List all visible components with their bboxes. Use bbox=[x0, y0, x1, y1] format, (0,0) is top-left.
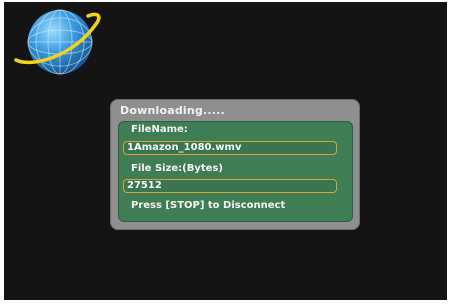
filesize-label: File Size:(Bytes) bbox=[131, 163, 223, 174]
filename-field: 1Amazon_1080.wmv bbox=[123, 141, 337, 155]
download-dialog: Downloading..... FileName: 1Amazon_1080.… bbox=[110, 99, 360, 230]
filesize-field: 27512 bbox=[123, 179, 337, 193]
globe-logo-icon bbox=[14, 9, 101, 75]
filename-label: FileName: bbox=[131, 124, 188, 135]
tv-screen: Downloading..... FileName: 1Amazon_1080.… bbox=[4, 2, 447, 300]
dialog-title: Downloading..... bbox=[120, 104, 225, 117]
download-info-panel: FileName: 1Amazon_1080.wmv File Size:(By… bbox=[118, 121, 353, 222]
stop-hint-text: Press [STOP] to Disconnect bbox=[131, 200, 286, 211]
